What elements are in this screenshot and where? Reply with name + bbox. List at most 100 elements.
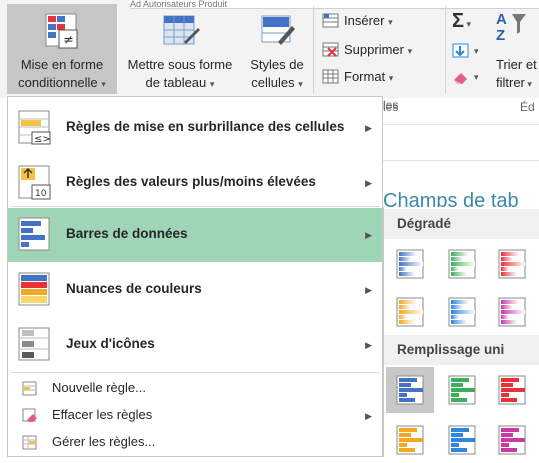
data-bars-submenu: Dégradé Remplissage uni bbox=[383, 207, 539, 457]
data-bars-icon bbox=[18, 217, 50, 251]
gradient-fill-title: Dégradé bbox=[397, 216, 452, 231]
delete-cells-icon bbox=[322, 42, 339, 57]
svg-text:A: A bbox=[496, 11, 507, 28]
menu-separator bbox=[10, 372, 380, 373]
grid-line bbox=[383, 124, 539, 125]
data-bar-style-icon bbox=[498, 297, 526, 327]
dropdown-arrow-icon: ▾ bbox=[464, 19, 472, 29]
editing-group-label: Éd bbox=[520, 100, 535, 114]
gradient-fill-1-option[interactable] bbox=[386, 241, 434, 287]
dropdown-arrow-icon: ▾ bbox=[524, 79, 532, 89]
autosum-button[interactable]: Σ ▾ bbox=[452, 10, 480, 32]
submenu-arrow-icon: ▶ bbox=[365, 340, 372, 350]
gradient-fill-4-option[interactable] bbox=[386, 289, 434, 335]
format-as-table-button[interactable]: Mettre sous forme de tableau ▾ bbox=[118, 4, 242, 94]
menu-command-label: Nouvelle règle... bbox=[52, 380, 146, 395]
solid-fill-title: Remplissage uni bbox=[397, 342, 505, 357]
menu-command-manage-rules[interactable]: Gérer les règles... bbox=[8, 431, 382, 455]
svg-text:Z: Z bbox=[496, 27, 505, 42]
menu-command-label: Effacer les règles bbox=[52, 407, 153, 422]
solid-fill-6-option[interactable] bbox=[488, 417, 536, 463]
data-bar-style-icon bbox=[396, 249, 424, 279]
dropdown-arrow-icon: ▾ bbox=[407, 46, 413, 56]
data-bar-style-icon bbox=[448, 249, 476, 279]
sort-filter-label-1: Trier et bbox=[496, 57, 537, 72]
menu-item-icon-sets[interactable]: Jeux d'icônes ▶ bbox=[8, 318, 382, 372]
svg-text:≠: ≠ bbox=[63, 33, 74, 48]
data-bar-style-icon bbox=[498, 249, 526, 279]
grid-line bbox=[383, 160, 539, 161]
dropdown-arrow-icon: ▾ bbox=[474, 72, 479, 82]
solid-fill-2-option[interactable] bbox=[438, 367, 486, 413]
cell-styles-button[interactable]: Styles de cellules ▾ bbox=[243, 4, 311, 94]
format-as-table-icon bbox=[163, 15, 200, 45]
sigma-icon: Σ bbox=[452, 10, 465, 32]
solid-fill-5-option[interactable] bbox=[438, 417, 486, 463]
data-bar-style-icon bbox=[498, 425, 526, 455]
format-as-table-label-1: Mettre sous forme bbox=[127, 57, 233, 72]
format-cells-icon bbox=[322, 69, 339, 84]
color-scales-icon bbox=[18, 272, 50, 306]
menu-item-top-bottom-rules[interactable]: 10 Règles des valeurs plus/moins élevées… bbox=[8, 156, 382, 210]
conditional-formatting-icon: ≠ bbox=[45, 13, 78, 49]
fill-down-icon bbox=[452, 43, 469, 58]
sort-filter-button[interactable]: A Z Trier et filtrer ▾ bbox=[494, 4, 539, 94]
menu-item-label: Jeux d'icônes bbox=[66, 336, 155, 351]
data-bar-style-icon bbox=[396, 375, 424, 405]
menu-item-label: Nuances de couleurs bbox=[66, 281, 202, 296]
solid-fill-4-option[interactable] bbox=[386, 417, 434, 463]
conditional-formatting-menu: ≤> Règles de mise en surbrillance des ce… bbox=[7, 96, 383, 457]
data-bar-style-icon bbox=[448, 375, 476, 405]
menu-item-color-scales[interactable]: Nuances de couleurs ▶ bbox=[8, 263, 382, 317]
dropdown-arrow-icon: ▾ bbox=[474, 46, 479, 56]
insert-cells-icon bbox=[322, 13, 339, 28]
eraser-icon bbox=[454, 73, 467, 84]
submenu-arrow-icon: ▶ bbox=[365, 123, 372, 133]
data-bar-style-icon bbox=[498, 375, 526, 405]
menu-command-label: Gérer les règles... bbox=[52, 434, 156, 449]
submenu-arrow-icon: ▶ bbox=[365, 178, 372, 188]
submenu-arrow-icon: ▶ bbox=[365, 285, 372, 295]
gradient-fill-6-option[interactable] bbox=[488, 289, 536, 335]
insert-label: Insérer bbox=[344, 13, 385, 28]
delete-label: Supprimer bbox=[344, 42, 404, 57]
sort-filter-icon: A Z bbox=[496, 11, 526, 42]
data-bar-style-icon bbox=[448, 425, 476, 455]
menu-item-highlight-rules[interactable]: ≤> Règles de mise en surbrillance des ce… bbox=[8, 101, 382, 155]
gradient-fill-3-option[interactable] bbox=[488, 241, 536, 287]
ribbon-separator bbox=[313, 6, 314, 94]
menu-item-data-bars[interactable]: Barres de données ▶ bbox=[8, 208, 382, 262]
conditional-formatting-button[interactable]: ≠ Mise en forme conditionnelle ▾ bbox=[7, 4, 117, 94]
cell-styles-label-2: cellules bbox=[251, 75, 295, 90]
clear-rules-icon bbox=[22, 408, 37, 422]
clear-button[interactable]: ▾ bbox=[452, 66, 480, 88]
cell-styles-label-1: Styles de bbox=[250, 57, 304, 72]
top-bottom-rules-icon: 10 bbox=[18, 165, 51, 200]
solid-fill-3-option[interactable] bbox=[488, 367, 536, 413]
sort-filter-label-2: filtrer bbox=[496, 75, 525, 90]
menu-command-clear-rules[interactable]: Effacer les règles ▶ bbox=[8, 404, 382, 428]
data-bar-style-icon bbox=[396, 297, 424, 327]
menu-command-new-rule[interactable]: Nouvelle règle... bbox=[8, 377, 382, 401]
dropdown-arrow-icon: ▾ bbox=[101, 79, 106, 89]
dropdown-arrow-icon: ▾ bbox=[298, 79, 303, 89]
format-as-table-label-2: de tableau bbox=[145, 75, 207, 90]
data-bar-style-icon bbox=[396, 425, 424, 455]
dropdown-arrow-icon: ▾ bbox=[388, 17, 393, 27]
submenu-arrow-icon: ▶ bbox=[365, 230, 372, 240]
ribbon: Ad Autorisateurs Produit ≠ Mise en forme… bbox=[0, 0, 539, 114]
fill-button[interactable]: ▾ bbox=[452, 40, 480, 62]
cells-group-label-visible: les bbox=[383, 98, 399, 112]
gradient-fill-5-option[interactable] bbox=[438, 289, 486, 335]
conditional-formatting-label-1: Mise en forme bbox=[20, 57, 104, 72]
new-rule-icon bbox=[22, 381, 37, 396]
ribbon-separator bbox=[445, 6, 446, 94]
menu-item-label: Barres de données bbox=[66, 226, 188, 241]
menu-item-label: Règles de mise en surbrillance des cellu… bbox=[66, 119, 345, 134]
solid-fill-1-option[interactable] bbox=[386, 367, 434, 413]
submenu-arrow-icon: ▶ bbox=[365, 411, 372, 421]
svg-text:≤>: ≤> bbox=[34, 134, 51, 145]
format-label: Format bbox=[344, 69, 386, 84]
manage-rules-icon bbox=[22, 435, 37, 450]
gradient-fill-2-option[interactable] bbox=[438, 241, 486, 287]
